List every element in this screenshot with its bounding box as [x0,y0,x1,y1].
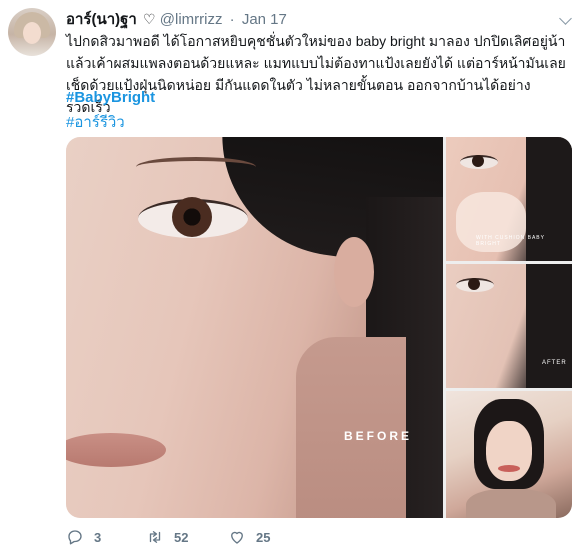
tweet-date[interactable]: Jan 17 [242,11,287,28]
thumb3-mouth [498,465,520,472]
photo-iris [172,197,212,237]
photo-neck [296,337,406,518]
like-button[interactable]: 25 [228,528,270,546]
chevron-down-icon[interactable] [559,12,572,25]
user-handle[interactable]: @limrrizz [160,11,223,28]
media-gallery: BEFORE WITH CUSHION BABY BRIGHT AFTER [66,137,572,518]
thumbnail-3[interactable] [446,391,572,518]
hashtag-review[interactable]: #อาร์รีวิว [66,110,125,134]
main-photo[interactable]: BEFORE [66,137,443,518]
thumb-iris [468,278,480,290]
thumb2-caption: AFTER [542,360,567,366]
thumb3-face [486,421,532,481]
retweet-icon [149,531,161,543]
thumbnail-2[interactable]: AFTER [446,264,572,388]
tweet-header: อาร์(นา)ฐา ♡ @limrrizz · Jan 17 [66,10,287,29]
heart-icon [231,531,243,544]
display-name[interactable]: อาร์(นา)ฐา [66,11,137,28]
separator-dot: · [229,11,235,28]
thumb-iris [472,155,484,167]
retweet-count: 52 [174,529,189,545]
photo-eyebrow [136,157,256,177]
before-label: BEFORE [344,429,413,443]
reply-count: 3 [94,529,102,545]
thumb1-caption: WITH CUSHION BABY BRIGHT [476,235,545,247]
photo-lips [66,433,166,467]
reply-button[interactable]: 3 [66,528,101,546]
like-count: 25 [256,529,271,545]
thumb3-body [466,489,556,518]
avatar-face [23,22,41,44]
thumb-hair [526,264,572,388]
retweet-button[interactable]: 52 [146,528,188,546]
tweet-actions: 3 52 25 [66,528,546,548]
avatar[interactable] [8,8,56,56]
hashtag-babybright[interactable]: #BabyBright [66,89,155,106]
photo-ear [334,237,374,307]
reply-bubble-icon [68,530,82,545]
heart-outline-icon: ♡ [143,11,156,27]
thumbnail-1[interactable]: WITH CUSHION BABY BRIGHT [446,137,572,261]
